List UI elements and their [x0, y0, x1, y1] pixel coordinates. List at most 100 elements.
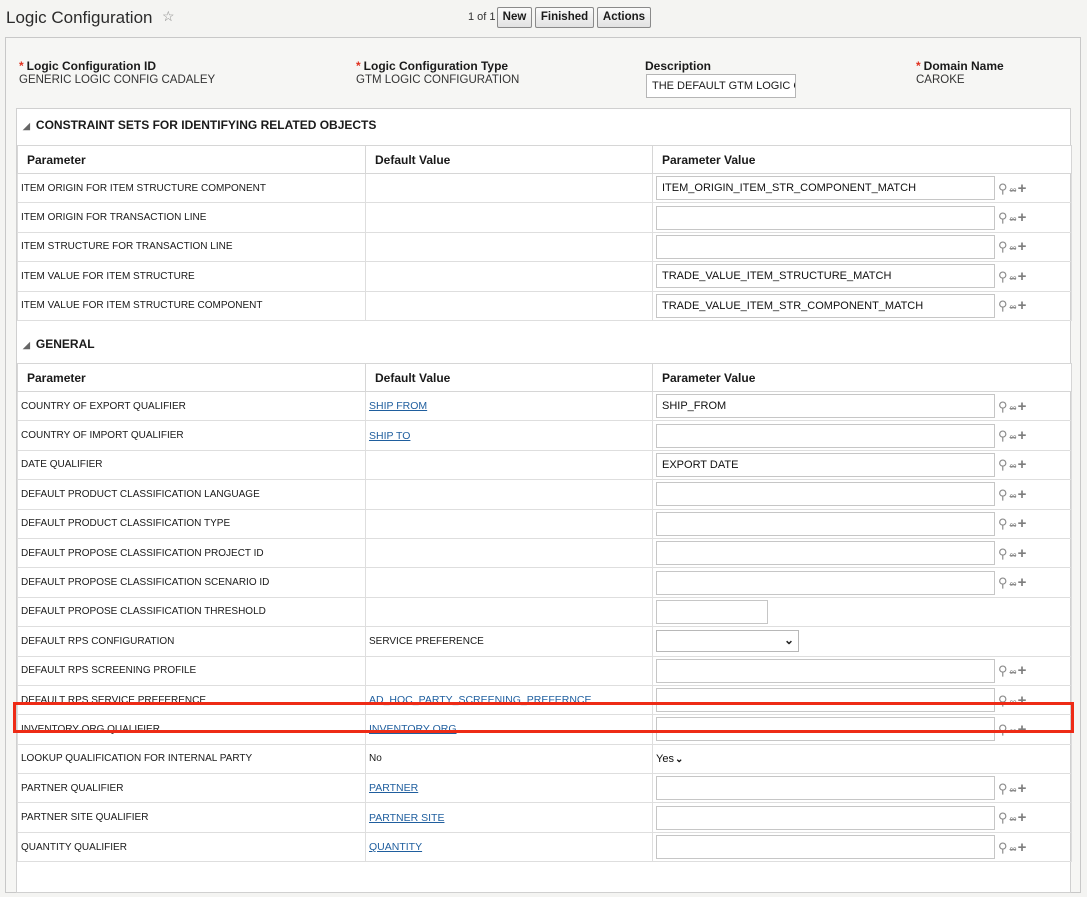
table-row: DEFAULT RPS SCREENING PROFILE ⚲ ∞ + [17, 655, 1072, 686]
add-icon[interactable]: + [1018, 209, 1027, 226]
search-icon[interactable]: ⚲ [998, 269, 1008, 285]
link-icon[interactable]: ∞ [1010, 726, 1017, 737]
search-icon[interactable]: ⚲ [998, 457, 1008, 473]
search-icon[interactable]: ⚲ [998, 575, 1008, 591]
link-icon[interactable]: ∞ [1010, 461, 1017, 472]
search-icon[interactable]: ⚲ [998, 722, 1008, 738]
parameter-value-cell: ⚲ ∞ + [652, 773, 1072, 804]
add-icon[interactable]: + [1018, 574, 1027, 591]
finished-button[interactable]: Finished [535, 7, 594, 28]
parameter-value-input[interactable] [656, 482, 995, 507]
parameter-value-cell: SHIP_FROM ⚲ ∞ + [652, 390, 1072, 422]
link-icon[interactable]: ∞ [1010, 550, 1017, 561]
add-icon[interactable]: + [1018, 839, 1027, 856]
section-header-constraint-sets[interactable]: ◢ CONSTRAINT SETS FOR IDENTIFYING RELATED… [23, 118, 376, 132]
collapse-triangle-icon[interactable]: ◢ [23, 121, 30, 132]
parameter-value-input[interactable] [656, 835, 995, 860]
link-icon[interactable]: ∞ [1010, 214, 1017, 225]
parameter-value-input[interactable] [656, 717, 995, 742]
link-icon[interactable]: ∞ [1010, 667, 1017, 678]
link-icon[interactable]: ∞ [1010, 491, 1017, 502]
search-icon[interactable]: ⚲ [998, 487, 1008, 503]
parameter-value-input[interactable]: TRADE_VALUE_ITEM_STRUCTURE_MATCH [656, 264, 995, 289]
default-value-link[interactable]: PARTNER SITE [369, 812, 444, 824]
default-value-cell: PARTNER SITE [365, 802, 653, 833]
parameter-name: DATE QUALIFIER [17, 449, 366, 481]
parameter-value-input[interactable] [656, 570, 995, 595]
default-value-link[interactable]: SHIP TO [369, 430, 410, 442]
search-icon[interactable]: ⚲ [998, 546, 1008, 562]
parameter-value-input[interactable] [656, 599, 768, 624]
parameter-value-input[interactable] [656, 234, 995, 259]
search-icon[interactable]: ⚲ [998, 181, 1008, 197]
parameter-value-input[interactable]: TRADE_VALUE_ITEM_STR_COMPONENT_MATCH [656, 293, 995, 318]
parameter-value-input[interactable]: SHIP_FROM [656, 394, 995, 419]
add-icon[interactable]: + [1018, 456, 1027, 473]
add-icon[interactable]: + [1018, 721, 1027, 738]
default-value-cell: PARTNER [365, 773, 653, 804]
link-icon[interactable]: ∞ [1010, 697, 1017, 708]
new-button[interactable]: New [497, 7, 532, 28]
search-icon[interactable]: ⚲ [998, 298, 1008, 314]
add-icon[interactable]: + [1018, 545, 1027, 562]
default-value [365, 596, 653, 628]
add-icon[interactable]: + [1018, 515, 1027, 532]
parameter-value-input[interactable] [656, 205, 995, 230]
search-icon[interactable]: ⚲ [998, 239, 1008, 255]
default-value-link[interactable]: INVENTORY ORG [369, 723, 457, 735]
link-icon[interactable]: ∞ [1010, 520, 1017, 531]
search-icon[interactable]: ⚲ [998, 810, 1008, 826]
link-icon[interactable]: ∞ [1010, 302, 1017, 313]
collapse-triangle-icon[interactable]: ◢ [23, 340, 30, 351]
parameter-value-input[interactable] [656, 541, 995, 566]
parameter-value-input[interactable] [656, 805, 995, 830]
add-icon[interactable]: + [1018, 238, 1027, 255]
favorite-star-icon[interactable]: ☆ [162, 8, 175, 25]
link-icon[interactable]: ∞ [1010, 243, 1017, 254]
add-icon[interactable]: + [1018, 297, 1027, 314]
add-icon[interactable]: + [1018, 427, 1027, 444]
add-icon[interactable]: + [1018, 268, 1027, 285]
actions-button[interactable]: Actions [597, 7, 651, 28]
search-icon[interactable]: ⚲ [998, 516, 1008, 532]
table-row: DEFAULT PRODUCT CLASSIFICATION LANGUAGE ⚲… [17, 479, 1072, 510]
link-icon[interactable]: ∞ [1010, 432, 1017, 443]
default-value-link[interactable]: AD_HOC_PARTY_SCREENING_PREFERNCE [369, 694, 592, 706]
add-icon[interactable]: + [1018, 486, 1027, 503]
section-header-general[interactable]: ◢ GENERAL [23, 337, 95, 351]
link-icon[interactable]: ∞ [1010, 785, 1017, 796]
add-icon[interactable]: + [1018, 398, 1027, 415]
link-icon[interactable]: ∞ [1010, 579, 1017, 590]
add-icon[interactable]: + [1018, 662, 1027, 679]
parameter-value-input[interactable]: EXPORT DATE [656, 452, 995, 477]
parameter-value-input[interactable] [656, 776, 995, 801]
link-icon[interactable]: ∞ [1010, 814, 1017, 825]
parameter-value-input[interactable] [656, 511, 995, 536]
default-value-link[interactable]: QUANTITY [369, 841, 422, 853]
link-icon[interactable]: ∞ [1010, 273, 1017, 284]
search-icon[interactable]: ⚲ [998, 428, 1008, 444]
default-value-link[interactable]: PARTNER [369, 782, 418, 794]
add-icon[interactable]: + [1018, 180, 1027, 197]
description-input[interactable]: THE DEFAULT GTM LOGIC C [646, 74, 796, 98]
search-icon[interactable]: ⚲ [998, 399, 1008, 415]
add-icon[interactable]: + [1018, 780, 1027, 797]
search-icon[interactable]: ⚲ [998, 663, 1008, 679]
search-icon[interactable]: ⚲ [998, 840, 1008, 856]
search-icon[interactable]: ⚲ [998, 693, 1008, 709]
parameter-value-input[interactable] [656, 423, 995, 448]
default-value-link[interactable]: SHIP FROM [369, 400, 427, 412]
link-icon[interactable]: ∞ [1010, 403, 1017, 414]
add-icon[interactable]: + [1018, 692, 1027, 709]
parameter-value-input[interactable]: ITEM_ORIGIN_ITEM_STR_COMPONENT_MATCH [656, 176, 995, 201]
parameter-value-input[interactable] [656, 658, 995, 683]
search-icon[interactable]: ⚲ [998, 781, 1008, 797]
parameter-value-select[interactable]: Yes⌄ [656, 753, 683, 765]
parameter-value-select[interactable]: ⌄ [656, 630, 799, 653]
link-icon[interactable]: ∞ [1010, 185, 1017, 196]
add-icon[interactable]: + [1018, 809, 1027, 826]
column-header-default-value: Default Value [365, 145, 653, 174]
parameter-value-input[interactable] [656, 688, 995, 713]
link-icon[interactable]: ∞ [1010, 844, 1017, 855]
search-icon[interactable]: ⚲ [998, 210, 1008, 226]
